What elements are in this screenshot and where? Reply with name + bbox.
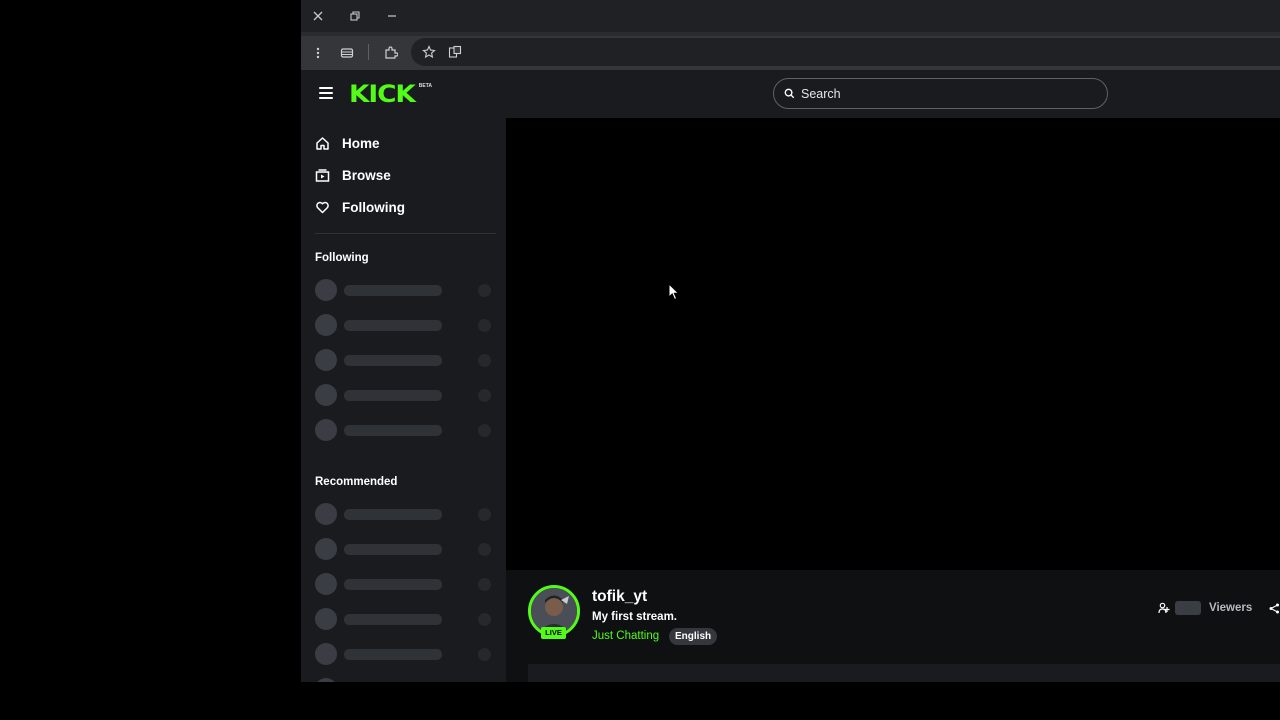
recommended-section-title: Recommended	[315, 476, 398, 488]
following-channel-placeholder	[315, 384, 493, 406]
mouse-cursor-icon	[668, 283, 680, 301]
browser-menu-button[interactable]	[307, 42, 329, 64]
close-icon	[313, 11, 323, 21]
viewers-label: Viewers	[1209, 602, 1253, 614]
viewer-count: Viewers	[1158, 601, 1252, 615]
search-icon	[784, 88, 795, 99]
extensions-icon	[385, 46, 398, 59]
following-section-title: Following	[315, 252, 369, 264]
live-badge: LIVE	[541, 627, 566, 639]
share-icon[interactable]	[1269, 603, 1280, 614]
tab-button[interactable]	[336, 42, 358, 64]
toolbar-divider	[368, 44, 369, 60]
bookmark-star-icon	[422, 45, 436, 59]
logo-text: KICK	[349, 80, 416, 108]
tab-icon	[340, 48, 354, 58]
kick-logo[interactable]: KICK BETA	[349, 81, 432, 107]
streamer-name[interactable]: tofik_yt	[592, 588, 647, 606]
browser-toolbar	[301, 32, 1280, 70]
recommended-channel-placeholder	[315, 643, 493, 665]
sidebar-item-following[interactable]: Following	[315, 195, 405, 219]
following-channel-placeholder	[315, 349, 493, 371]
search-bar[interactable]	[773, 78, 1108, 109]
title-bar	[301, 0, 1280, 32]
sidebar-item-label: Home	[342, 135, 380, 151]
logo-beta-badge: BETA	[418, 83, 432, 89]
translate-icon	[448, 45, 462, 58]
restore-window-button[interactable]	[344, 6, 366, 26]
bookmark-button[interactable]	[418, 41, 440, 63]
stream-title: My first stream.	[592, 611, 678, 623]
recommended-channel-placeholder	[315, 678, 493, 682]
search-input[interactable]	[801, 86, 1081, 101]
viewer-count-placeholder	[1175, 601, 1201, 615]
sidebar-item-home[interactable]: Home	[315, 131, 380, 155]
following-channel-placeholder	[315, 419, 493, 441]
sidebar-item-browse[interactable]: Browse	[315, 163, 391, 187]
translate-button[interactable]	[444, 41, 466, 63]
browse-icon	[315, 168, 330, 182]
following-channel-placeholder	[315, 314, 493, 336]
browser-window: KICK BETA Home Browse Following Followin…	[301, 0, 1280, 682]
viewers-icon	[1158, 602, 1170, 614]
site-header: KICK BETA	[301, 70, 1280, 118]
recommended-channel-placeholder	[315, 573, 493, 595]
sidebar-item-label: Following	[342, 199, 405, 215]
extensions-button[interactable]	[380, 42, 402, 64]
sidebar-item-label: Browse	[342, 167, 391, 183]
stream-info: LIVE tofik_yt My first stream. Just Chat…	[506, 570, 1280, 682]
sidebar: Home Browse Following Following Recommen…	[301, 118, 506, 682]
restore-icon	[350, 11, 360, 21]
stream-tabs-bar	[528, 664, 1280, 682]
recommended-channel-placeholder	[315, 503, 493, 525]
heart-icon	[316, 201, 329, 213]
sidebar-divider	[315, 233, 496, 234]
video-player[interactable]	[506, 118, 1280, 570]
home-icon	[316, 136, 329, 150]
category-link[interactable]: Just Chatting	[592, 630, 659, 642]
hamburger-menu-icon[interactable]	[319, 87, 333, 101]
language-tag[interactable]: English	[669, 628, 718, 645]
recommended-channel-placeholder	[315, 538, 493, 560]
address-bar[interactable]	[411, 38, 1280, 66]
menu-dots-icon	[316, 47, 320, 59]
close-window-button[interactable]	[307, 6, 329, 26]
following-channel-placeholder	[315, 279, 493, 301]
minimize-window-button[interactable]	[381, 6, 403, 26]
recommended-channel-placeholder	[315, 608, 493, 630]
minimize-icon	[388, 15, 396, 17]
